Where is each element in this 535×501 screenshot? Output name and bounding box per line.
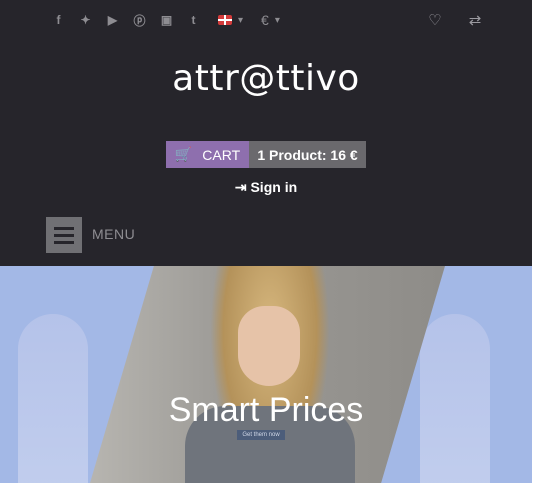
shuffle-icon[interactable]: ⇄ xyxy=(464,9,486,31)
cart-widget[interactable]: 🛒 CART 1 Product: 16 € xyxy=(166,141,366,168)
cart-summary[interactable]: 1 Product: 16 € xyxy=(249,141,366,168)
facebook-icon[interactable]: f xyxy=(50,9,67,31)
twitter-icon[interactable]: ✦ xyxy=(77,9,94,31)
heart-icon[interactable]: ♡ xyxy=(424,9,446,31)
tumblr-icon[interactable]: t xyxy=(185,9,202,31)
hamburger-icon-line xyxy=(54,240,74,244)
hamburger-icon-line xyxy=(54,226,74,230)
hamburger-icon-line xyxy=(54,233,74,237)
header-actions: ♡ ⇄ xyxy=(424,9,486,31)
hero-slider[interactable]: Smart Prices Get them now xyxy=(0,266,532,483)
site-header: f ✦ ▶ ⓟ ▣ t ▾ € ▾ ♡ ⇄ attr@ttivo 🛒 CART xyxy=(0,0,532,266)
social-links: f ✦ ▶ ⓟ ▣ t xyxy=(50,9,202,31)
cart-button[interactable]: 🛒 CART xyxy=(166,141,249,168)
instagram-icon[interactable]: ▣ xyxy=(158,9,175,31)
uk-flag-icon xyxy=(218,15,232,25)
sign-in-icon: ⇥ xyxy=(234,179,247,195)
chevron-down-icon: ▾ xyxy=(238,14,244,26)
header-selectors: ▾ € ▾ xyxy=(218,9,280,31)
currency-symbol: € xyxy=(261,12,269,28)
menu-label[interactable]: MENU xyxy=(92,226,135,242)
chevron-down-icon: ▾ xyxy=(274,14,280,26)
pinterest-icon[interactable]: ⓟ xyxy=(131,9,148,31)
menu-toggle-button[interactable] xyxy=(46,217,82,253)
slide-cta-button[interactable]: Get them now xyxy=(237,430,285,440)
sign-in-label: Sign in xyxy=(250,179,298,195)
cart-icon: 🛒 xyxy=(174,146,193,162)
site-logo[interactable]: attr@ttivo xyxy=(0,58,532,99)
sign-in-link[interactable]: ⇥ Sign in xyxy=(0,179,532,196)
model-face xyxy=(238,306,300,386)
youtube-icon[interactable]: ▶ xyxy=(104,9,121,31)
cart-label: CART xyxy=(202,146,241,163)
top-bar: f ✦ ▶ ⓟ ▣ t ▾ € ▾ ♡ ⇄ xyxy=(0,9,532,31)
hero-photo xyxy=(90,266,445,483)
language-selector[interactable]: ▾ xyxy=(218,9,243,31)
currency-selector[interactable]: € ▾ xyxy=(261,9,280,31)
slide-title: Smart Prices xyxy=(168,391,364,429)
